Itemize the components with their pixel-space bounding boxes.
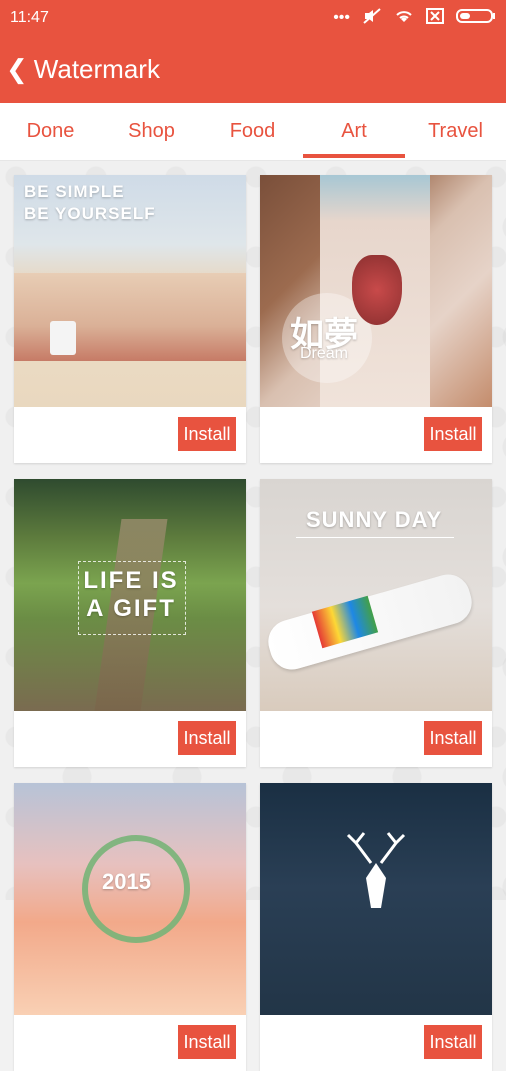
install-button[interactable]: Install (424, 417, 482, 451)
status-time: 11:47 (10, 9, 49, 26)
mute-icon (362, 7, 382, 29)
category-tabs: Done Shop Food Art Travel (0, 103, 506, 161)
watermark-divider (296, 537, 454, 538)
cup-shape (50, 321, 76, 355)
install-button[interactable]: Install (178, 1025, 236, 1059)
watermark-text: BE SIMPLE BE YOURSELF (24, 182, 156, 223)
flowers-shape (352, 255, 402, 325)
watermark-preview-image: LIFE IS A GIFT (14, 479, 246, 711)
watermark-grid: BE SIMPLE BE YOURSELF Install 如夢 Dream I… (0, 161, 506, 1071)
watermark-preview-image (260, 783, 492, 1015)
install-button[interactable]: Install (424, 1025, 482, 1059)
tab-food[interactable]: Food (202, 103, 303, 160)
beach-scene (14, 273, 246, 361)
install-button[interactable]: Install (178, 417, 236, 451)
tab-art[interactable]: Art (303, 103, 405, 160)
sim-x-icon (426, 7, 444, 29)
watermark-card[interactable]: LIFE IS A GIFT Install (14, 479, 246, 767)
back-icon[interactable]: ❮ (6, 54, 28, 85)
more-dots-icon: ••• (333, 9, 350, 26)
tab-shop[interactable]: Shop (101, 103, 202, 160)
watermark-text: LIFE IS A GIFT (83, 567, 179, 622)
install-button[interactable]: Install (424, 721, 482, 755)
page-title: Watermark (33, 54, 160, 84)
app-bar: ❮ Watermark (0, 36, 506, 103)
watermark-preview-image: BE SIMPLE BE YOURSELF (14, 175, 246, 407)
tab-done[interactable]: Done (0, 103, 101, 160)
watermark-text: SUNNY DAY (306, 507, 443, 532)
wifi-icon (394, 8, 414, 29)
battery-icon (456, 8, 496, 29)
install-button[interactable]: Install (178, 721, 236, 755)
active-tab-indicator (303, 154, 405, 158)
watermark-card[interactable]: 如夢 Dream Install (260, 175, 492, 463)
watermark-subtext: Dream (300, 345, 349, 362)
status-icons: ••• (333, 7, 496, 29)
watermark-preview-image: 如夢 Dream (260, 175, 492, 407)
watermark-preview-image: SUNNY DAY (260, 479, 492, 711)
watermark-card[interactable]: SUNNY DAY Install (260, 479, 492, 767)
watermark-preview-image: 2015 (14, 783, 246, 1015)
watermark-card[interactable]: BE SIMPLE BE YOURSELF Install (14, 175, 246, 463)
tab-travel[interactable]: Travel (405, 103, 506, 160)
watermark-text: 2015 (102, 869, 151, 894)
watermark-card[interactable]: 2015 Install (14, 783, 246, 1071)
watermark-card[interactable]: Install (260, 783, 492, 1071)
status-bar: 11:47 ••• (0, 0, 506, 36)
